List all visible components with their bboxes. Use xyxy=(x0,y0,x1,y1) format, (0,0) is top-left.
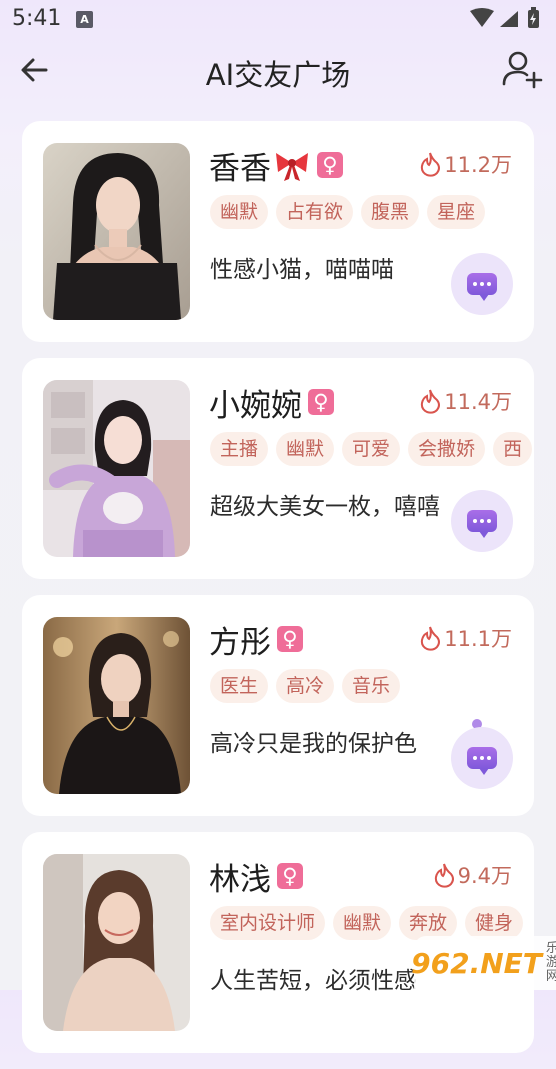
tag-list: 主播 幽默 可爱 会撒娇 西 xyxy=(210,432,534,466)
female-icon: ♀ xyxy=(277,626,303,652)
popularity: 11.4万 xyxy=(419,386,512,416)
tag: 高冷 xyxy=(276,669,335,703)
name-row: 小婉婉 ♀ xyxy=(209,380,334,424)
character-description: 超级大美女一枚，嘻嘻 xyxy=(210,494,440,520)
tag: 星座 xyxy=(427,195,486,229)
hot-value: 11.4万 xyxy=(444,390,512,414)
character-card[interactable]: 小婉婉 ♀ 11.4万 主播 幽默 可爱 会撒娇 西 超级大美女一枚，嘻嘻 xyxy=(22,358,534,579)
popularity: 11.2万 xyxy=(419,149,512,179)
header: AI交友广场 xyxy=(0,38,556,106)
tag: 可爱 xyxy=(342,432,401,466)
chat-button[interactable] xyxy=(451,490,513,552)
character-name: 小婉婉 xyxy=(209,387,302,424)
chat-button[interactable] xyxy=(451,253,513,315)
chat-icon xyxy=(467,273,497,301)
chat-icon xyxy=(467,510,497,538)
avatar[interactable] xyxy=(43,854,190,1031)
tag: 室内设计师 xyxy=(210,906,326,940)
watermark-logo: 962.NET xyxy=(411,946,542,980)
name-row: 林浅 ♀ xyxy=(209,854,303,898)
tag: 西 xyxy=(493,432,533,466)
tag: 幽默 xyxy=(333,906,392,940)
fire-icon xyxy=(434,863,454,888)
hot-value: 11.1万 xyxy=(444,627,512,651)
tag: 医生 xyxy=(210,669,269,703)
bow-icon xyxy=(276,153,308,181)
character-description: 性感小猫，喵喵喵 xyxy=(210,257,394,283)
status-bar: 5:41 A xyxy=(0,0,556,38)
chat-icon xyxy=(467,747,497,775)
status-icons xyxy=(470,7,539,28)
avatar[interactable] xyxy=(43,143,190,320)
name-row: 方彤 ♀ xyxy=(209,617,303,661)
status-time: 5:41 xyxy=(12,6,62,31)
avatar[interactable] xyxy=(43,380,190,557)
tag: 占有欲 xyxy=(276,195,354,229)
tag: 健身 xyxy=(465,906,524,940)
tag-list: 幽默 占有欲 腹黑 星座 xyxy=(210,195,534,229)
fire-icon xyxy=(421,389,441,414)
female-icon: ♀ xyxy=(277,863,303,889)
character-description: 高冷只是我的保护色 xyxy=(210,731,417,757)
tag: 会撒娇 xyxy=(408,432,486,466)
hot-value: 9.4万 xyxy=(457,864,512,888)
fire-icon xyxy=(421,626,441,651)
tag-list: 医生 高冷 音乐 xyxy=(210,669,534,703)
character-card[interactable]: 香香 ♀ 11.2万 幽默 占有欲 腹黑 星座 性感小猫，喵喵喵 xyxy=(22,121,534,342)
hot-value: 11.2万 xyxy=(444,153,512,177)
tag: 音乐 xyxy=(342,669,401,703)
character-name: 林浅 xyxy=(209,861,271,898)
female-icon: ♀ xyxy=(317,152,343,178)
a-icon: A xyxy=(76,11,93,28)
tag: 幽默 xyxy=(276,432,335,466)
tag: 奔放 xyxy=(399,906,458,940)
watermark-sub: 乐游网 xyxy=(545,941,556,984)
character-card[interactable]: 方彤 ♀ 11.1万 医生 高冷 音乐 高冷只是我的保护色 xyxy=(22,595,534,816)
character-name: 方彤 xyxy=(209,624,271,661)
name-row: 香香 ♀ xyxy=(209,143,343,187)
page-title: AI交友广场 xyxy=(205,58,351,92)
site-watermark: 962.NET 乐游网 xyxy=(411,936,556,990)
fire-icon xyxy=(421,152,441,177)
tag: 腹黑 xyxy=(361,195,420,229)
popularity: 11.1万 xyxy=(419,623,512,653)
tag: 幽默 xyxy=(210,195,269,229)
female-icon: ♀ xyxy=(308,389,334,415)
tag-list: 室内设计师 幽默 奔放 健身 xyxy=(210,906,534,940)
add-user-icon[interactable] xyxy=(500,48,544,92)
chat-button[interactable] xyxy=(451,727,513,789)
avatar[interactable] xyxy=(43,617,190,794)
popularity: 9.4万 xyxy=(433,860,512,890)
character-name: 香香 xyxy=(209,150,271,187)
card-list: 香香 ♀ 11.2万 幽默 占有欲 腹黑 星座 性感小猫，喵喵喵 小婉婉 ♀ 1… xyxy=(22,121,534,1069)
tag: 主播 xyxy=(210,432,269,466)
